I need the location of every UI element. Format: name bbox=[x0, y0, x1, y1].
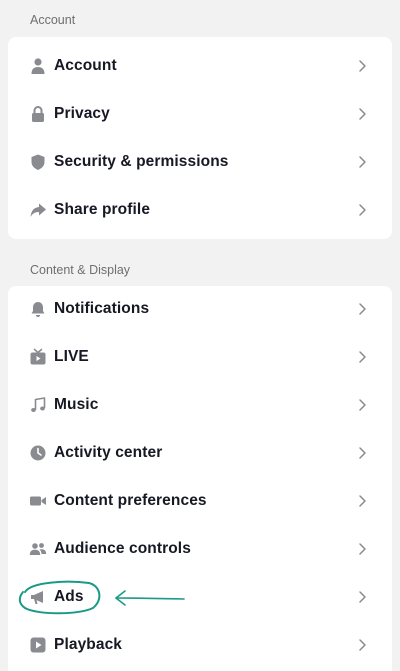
settings-item-label: Activity center bbox=[54, 444, 163, 461]
person-icon bbox=[28, 56, 48, 76]
settings-item-content-preferences[interactable]: Content preferences bbox=[8, 477, 392, 525]
settings-item-label: Music bbox=[54, 396, 99, 413]
settings-item-label: Ads bbox=[54, 588, 84, 605]
settings-item-share-profile[interactable]: Share profile bbox=[8, 186, 392, 234]
shield-icon bbox=[28, 152, 48, 172]
music-note-icon bbox=[28, 395, 48, 415]
settings-item-label: Share profile bbox=[54, 201, 151, 218]
share-icon bbox=[28, 200, 48, 220]
chevron-right-icon bbox=[359, 399, 366, 411]
people-icon bbox=[28, 539, 48, 559]
settings-item-music[interactable]: Music bbox=[8, 381, 392, 429]
chevron-right-icon bbox=[359, 639, 366, 651]
bell-icon bbox=[28, 299, 48, 319]
chevron-right-icon bbox=[359, 591, 366, 603]
chevron-right-icon bbox=[359, 156, 366, 168]
settings-item-label: Audience controls bbox=[54, 540, 191, 557]
settings-item-label: Security & permissions bbox=[54, 153, 229, 170]
settings-item-live[interactable]: LIVE bbox=[8, 333, 392, 381]
settings-item-label: Playback bbox=[54, 636, 123, 653]
megaphone-icon bbox=[28, 587, 48, 607]
settings-item-label: Account bbox=[54, 57, 117, 74]
account-settings-card: Account Privacy Security & permissions S… bbox=[8, 37, 392, 239]
lock-icon bbox=[28, 104, 48, 124]
chevron-right-icon bbox=[359, 495, 366, 507]
settings-page: Account Account Privacy Security & permi… bbox=[0, 0, 400, 671]
tv-live-icon bbox=[28, 347, 48, 367]
content-display-settings-card: Notifications LIVE Music Activity center bbox=[8, 286, 392, 671]
settings-item-account[interactable]: Account bbox=[8, 42, 392, 90]
video-camera-icon bbox=[28, 491, 48, 511]
chevron-right-icon bbox=[359, 447, 366, 459]
chevron-right-icon bbox=[359, 60, 366, 72]
settings-item-notifications[interactable]: Notifications bbox=[8, 285, 392, 333]
chevron-right-icon bbox=[359, 204, 366, 216]
play-icon bbox=[28, 635, 48, 655]
section-header-account: Account bbox=[30, 13, 76, 27]
settings-item-playback[interactable]: Playback bbox=[8, 621, 392, 669]
settings-item-label: Content preferences bbox=[54, 492, 207, 509]
settings-item-ads[interactable]: Ads bbox=[8, 573, 392, 621]
section-header-content-display: Content & Display bbox=[30, 263, 131, 277]
clock-icon bbox=[28, 443, 48, 463]
settings-item-label: Notifications bbox=[54, 300, 150, 317]
chevron-right-icon bbox=[359, 303, 366, 315]
settings-item-security-permissions[interactable]: Security & permissions bbox=[8, 138, 392, 186]
chevron-right-icon bbox=[359, 108, 366, 120]
settings-item-audience-controls[interactable]: Audience controls bbox=[8, 525, 392, 573]
settings-item-label: LIVE bbox=[54, 348, 89, 365]
chevron-right-icon bbox=[359, 543, 366, 555]
settings-item-activity-center[interactable]: Activity center bbox=[8, 429, 392, 477]
chevron-right-icon bbox=[359, 351, 366, 363]
settings-item-privacy[interactable]: Privacy bbox=[8, 90, 392, 138]
settings-item-label: Privacy bbox=[54, 105, 110, 122]
